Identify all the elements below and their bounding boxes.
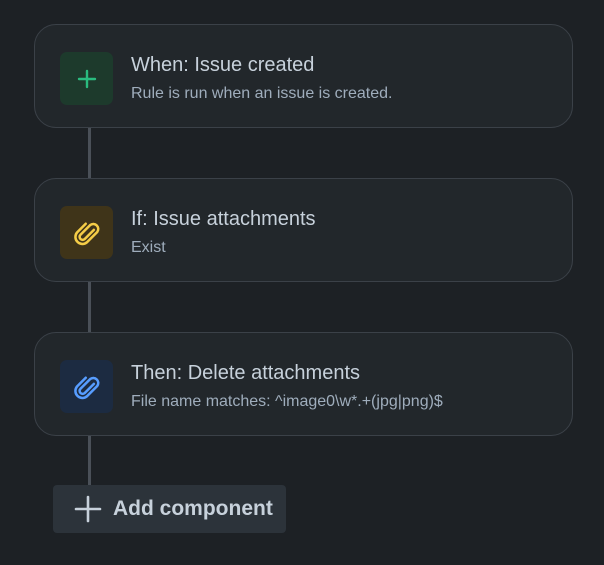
- add-component-button[interactable]: Add component: [53, 485, 286, 533]
- add-component-label: Add component: [113, 497, 273, 520]
- action-description: File name matches: ^image0\w*.+(jpg|png)…: [131, 393, 443, 410]
- connector-line: [88, 128, 91, 179]
- trigger-title: When: Issue created: [131, 54, 315, 76]
- action-title: Then: Delete attachments: [131, 362, 361, 384]
- paperclip-icon: [60, 360, 113, 413]
- condition-title: If: Issue attachments: [131, 208, 316, 230]
- plus-icon: [60, 52, 113, 105]
- condition-description: Exist: [131, 239, 166, 256]
- condition-card[interactable]: If: Issue attachments Exist: [34, 178, 573, 282]
- paperclip-icon: [60, 206, 113, 259]
- action-card[interactable]: Then: Delete attachments File name match…: [34, 332, 573, 436]
- trigger-description: Rule is run when an issue is created.: [131, 85, 393, 102]
- plus-icon: [74, 495, 102, 523]
- trigger-card[interactable]: When: Issue created Rule is run when an …: [34, 24, 573, 128]
- connector-line: [88, 436, 91, 485]
- connector-line: [88, 282, 91, 333]
